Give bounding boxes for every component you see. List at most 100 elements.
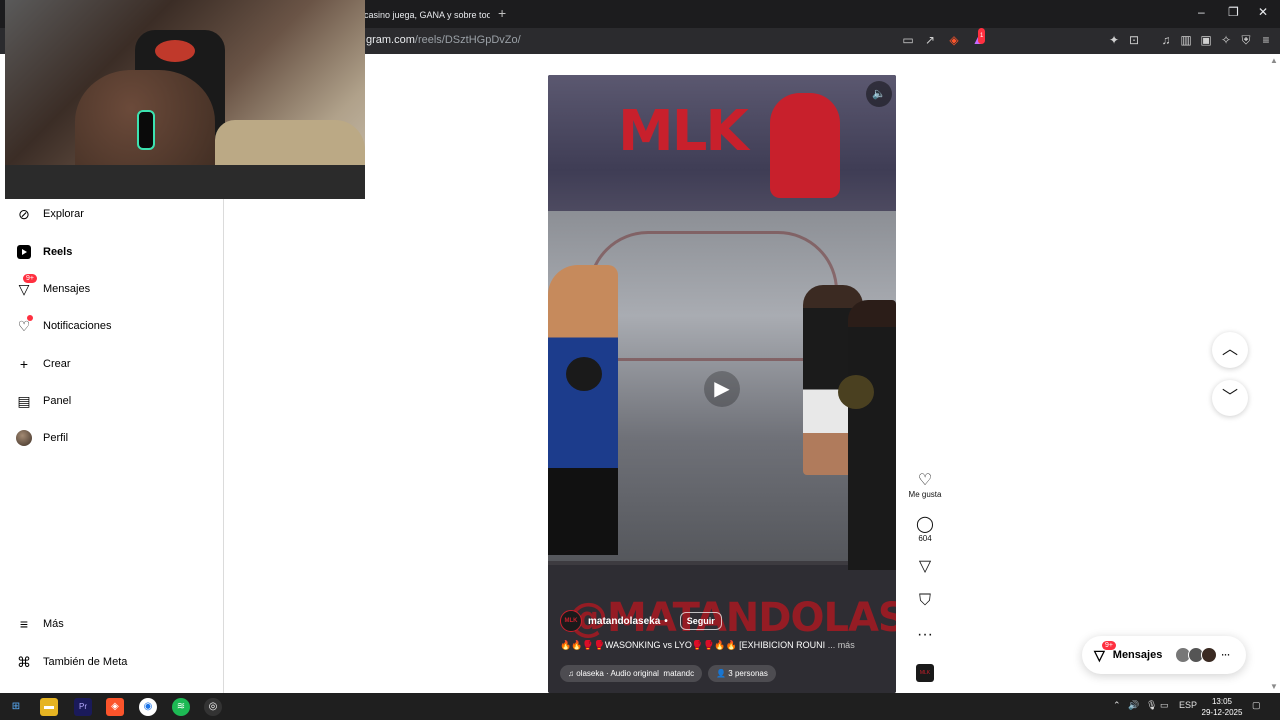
rewards-badge: 1 [978, 28, 986, 44]
follow-button[interactable]: Seguir [679, 612, 722, 630]
reel-meta-row: ♫ olaseka · Audio original matandc 👤 3 p… [560, 665, 776, 682]
leo-ai-icon[interactable]: ✧ [1218, 32, 1234, 48]
new-tab-button[interactable]: + [498, 5, 506, 21]
vpn-icon[interactable]: ⛨ [1238, 32, 1254, 48]
minimize-button[interactable]: – [1198, 5, 1205, 19]
desk [5, 165, 365, 199]
heart-icon: ♡ [15, 315, 33, 335]
chrome-icon[interactable]: ◉ [139, 698, 157, 716]
language-indicator[interactable]: ESP [1179, 700, 1197, 710]
notifications-icon[interactable]: ▢ [1252, 700, 1261, 711]
heart-icon: ♡ [917, 472, 933, 489]
mic-icon[interactable]: 🎙 [1146, 700, 1157, 711]
play-icon[interactable]: ▶ [704, 371, 740, 407]
clock-date: 29-12-2025 [1201, 708, 1243, 717]
network-icon[interactable]: ▭ [1160, 700, 1169, 711]
windows-start-icon[interactable]: ⊞ [7, 698, 25, 716]
tray-chevron-icon[interactable]: ⌃ [1113, 700, 1121, 711]
sidebar-item-perfil[interactable]: Perfil [15, 426, 68, 450]
comment-button[interactable]: ◯ 604 [906, 516, 944, 543]
reel-author: MLK matandolaseka • Seguir [560, 610, 722, 632]
system-clock[interactable]: 13:05 29-12-2025 [1200, 696, 1244, 718]
chair-logo [155, 40, 195, 62]
screenshot-icon[interactable]: ⊡ [1126, 32, 1142, 48]
previous-reel-button[interactable]: ︿ [1212, 332, 1248, 368]
reels-icon [15, 243, 33, 261]
volume-icon[interactable]: 🔈 [866, 81, 892, 107]
next-reel-button[interactable]: ﹀ [1212, 380, 1248, 416]
like-label: Me gusta [908, 490, 942, 499]
sidebar-item-meta[interactable]: ⌘ También de Meta [15, 650, 127, 674]
bookmark-icon: ⛉ [918, 592, 931, 609]
spotify-icon[interactable]: ≋ [172, 698, 190, 716]
menu-icon: ≡ [19, 616, 29, 632]
fist-logo [770, 93, 840, 198]
caption-text: 🔥🔥🥊🥊WASONKING vs LYO🥊🥊🔥🔥 [EXHIBICION ROU… [560, 640, 826, 650]
share-button[interactable]: ▽ [906, 558, 944, 576]
notification-dot [27, 315, 33, 321]
cast-icon[interactable]: ▭ [900, 32, 916, 48]
obs-icon[interactable]: ◎ [204, 698, 222, 716]
sidebar-item-crear[interactable]: + Crear [15, 352, 71, 376]
sidebar-item-label: Notificaciones [43, 320, 112, 332]
brave-shields-icon[interactable]: ◈ [946, 32, 962, 48]
volume-icon[interactable]: 🔊 [1128, 700, 1139, 711]
sidebar-toggle-icon[interactable]: ▥ [1178, 32, 1194, 48]
brave-rewards-icon[interactable]: ▲1 [970, 28, 986, 48]
url-path: /reels/DSztHGpDvZo/ [414, 34, 521, 46]
file-explorer-icon[interactable]: ▬ [40, 698, 58, 716]
recent-avatars [1175, 647, 1218, 663]
sidebar-item-label: Panel [43, 395, 72, 407]
audio-thumbnail[interactable]: MLK [916, 664, 934, 682]
media-icon[interactable]: ♫ [1158, 32, 1174, 48]
caption-more-link[interactable]: ... más [828, 640, 855, 650]
compass-icon: ⊘ [18, 205, 30, 222]
premiere-icon[interactable]: Pr [74, 698, 92, 716]
sidebar-item-label: También de Meta [43, 656, 128, 668]
more-icon: ··· [917, 626, 933, 643]
sidebar-item-label: Más [43, 618, 64, 630]
messages-badge: 9+ [1102, 640, 1116, 650]
reel-banner: MLK [548, 75, 896, 211]
plus-icon: + [19, 356, 29, 372]
like-button[interactable]: ♡ Me gusta [906, 472, 944, 499]
clock-time: 13:05 [1211, 697, 1233, 706]
reel-video[interactable]: MLK ▶ 🔈 @MATANDOLASEKA MLK matandolaseka… [548, 75, 896, 693]
save-button[interactable]: ⛉ [906, 592, 944, 610]
browser-tab[interactable]: casino juega, GANA y sobre todo [356, 4, 490, 28]
audio-user: matandc [663, 669, 695, 678]
more-options-button[interactable]: ··· [906, 626, 944, 644]
menu-icon[interactable]: ≡ [1258, 32, 1274, 48]
chevron-up-icon: ︿ [1221, 341, 1238, 358]
url-host: gram.com [366, 34, 415, 46]
close-window-button[interactable]: ✕ [1258, 5, 1268, 19]
avatar [1201, 647, 1218, 663]
sidebar-item-mas[interactable]: ≡ Más [15, 612, 64, 636]
sidebar-item-reels[interactable]: Reels [15, 240, 72, 264]
boxing-glove [838, 375, 874, 409]
address-bar[interactable]: gram.com/reels/DSztHGpDvZo/ [366, 34, 521, 46]
webcam-overlay [5, 0, 365, 199]
wallet-icon[interactable]: ▣ [1198, 32, 1214, 48]
sidebar-item-panel[interactable]: ▤ Panel [15, 389, 71, 413]
scroll-up-arrow[interactable]: ▲ [1270, 56, 1278, 65]
sidebar-item-explorar[interactable]: ⊘ Explorar [15, 202, 84, 226]
sidebar-item-mensajes[interactable]: ▽ 9+ Mensajes [15, 274, 90, 301]
author-username[interactable]: matandolaseka [588, 616, 660, 627]
messages-pill[interactable]: ▽ 9+ Mensajes ··· [1082, 636, 1246, 674]
send-icon: ▽ [918, 558, 932, 575]
share-icon[interactable]: ↗ [922, 32, 938, 48]
sidebar-item-label: Reels [43, 246, 73, 258]
extensions-icon[interactable]: ✦ [1106, 32, 1122, 48]
boxing-glove [566, 357, 602, 391]
audio-pill[interactable]: ♫ olaseka · Audio original matandc [560, 665, 703, 682]
tagged-people-pill[interactable]: 👤 3 personas [708, 665, 776, 682]
messages-badge: 9+ [23, 274, 37, 283]
separator: • [664, 615, 668, 627]
scroll-down-arrow[interactable]: ▼ [1270, 682, 1278, 691]
sidebar-item-notificaciones[interactable]: ♡ Notificaciones [15, 314, 111, 338]
comment-icon: ◯ [916, 516, 934, 533]
author-avatar[interactable]: MLK [560, 610, 582, 632]
brave-icon[interactable]: ◈ [106, 698, 124, 716]
restore-button[interactable]: ❐ [1228, 5, 1239, 19]
